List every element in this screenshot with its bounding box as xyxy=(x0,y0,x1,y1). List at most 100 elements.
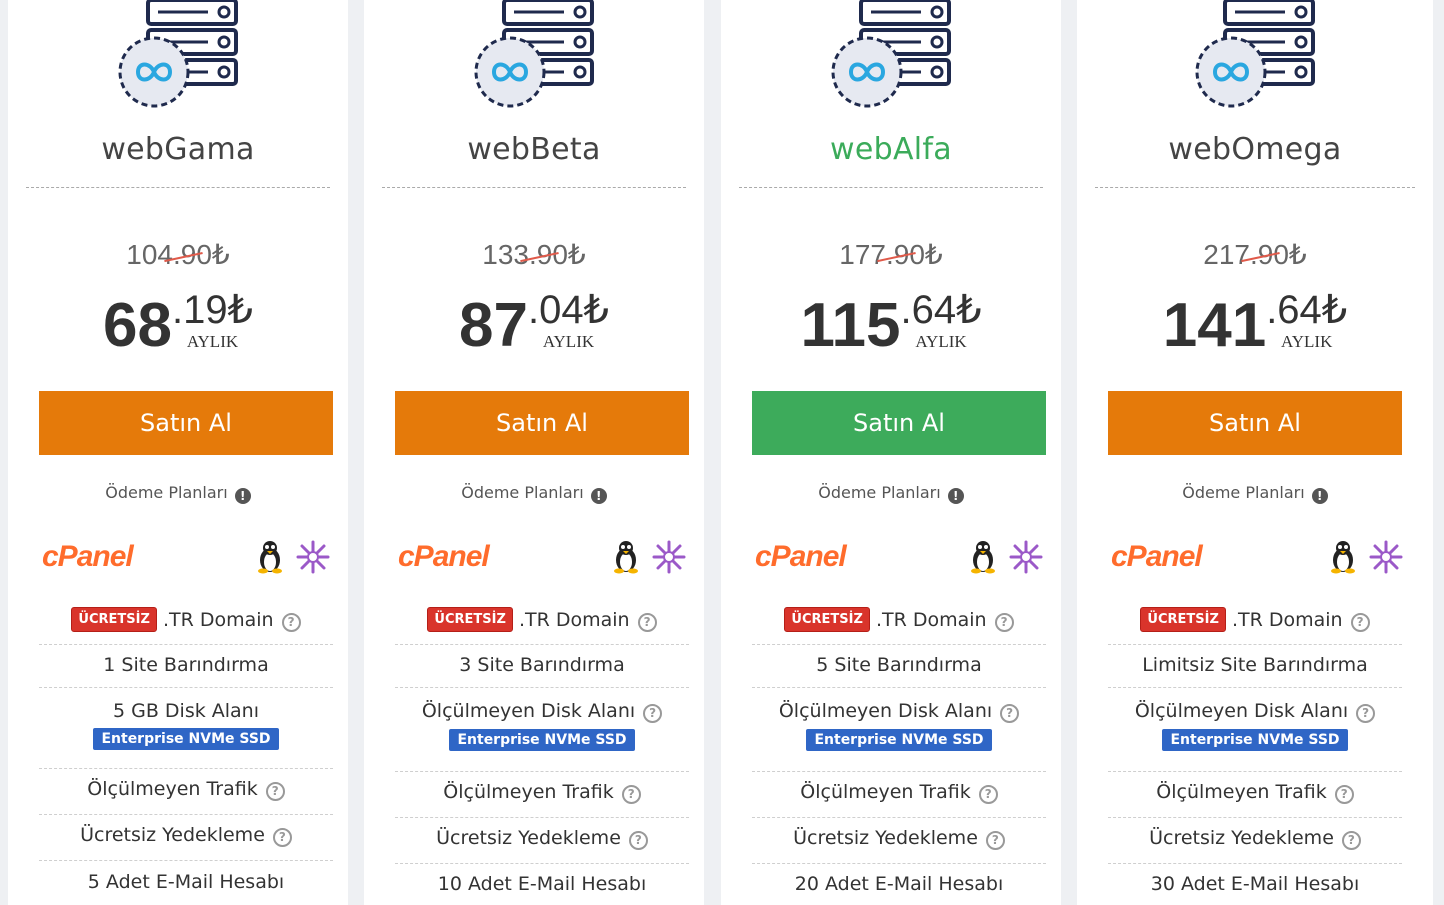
backup-feature: Ücretsiz Yedekleme? xyxy=(395,827,689,850)
old-price: 133.90₺ xyxy=(482,239,586,270)
price-integer: 87 xyxy=(458,291,528,360)
traffic-feature: Ölçülmeyen Trafik? xyxy=(1108,781,1402,804)
old-price: 177.90₺ xyxy=(839,239,943,270)
plan-card: webGama 104.90₺ 68.19₺ AYLIK Satın Al Öde… xyxy=(8,0,348,905)
backup-feature: Ücretsiz Yedekleme? xyxy=(1108,827,1402,850)
help-icon[interactable]: ? xyxy=(1356,704,1376,723)
info-icon: ! xyxy=(1311,488,1328,504)
cpanel-logo: cPanel xyxy=(755,540,847,573)
nvme-badge: Enterprise NVMe SSD xyxy=(449,729,635,751)
divider xyxy=(1095,187,1415,188)
buy-button[interactable]: Satın Al xyxy=(752,391,1046,455)
info-icon: ! xyxy=(234,488,251,504)
free-badge: ÜCRETSİZ xyxy=(71,607,157,632)
help-icon[interactable]: ? xyxy=(621,785,641,804)
buy-button[interactable]: Satın Al xyxy=(39,391,333,455)
divider xyxy=(395,771,689,772)
server-infinity-icon xyxy=(831,0,951,108)
disk-feature: Ölçülmeyen Disk Alanı? Enterprise NVMe SS… xyxy=(752,700,1046,751)
nvme-badge: Enterprise NVMe SSD xyxy=(806,729,992,751)
free-badge: ÜCRETSİZ xyxy=(784,607,870,632)
help-icon[interactable]: ? xyxy=(1341,831,1361,850)
price-integer: 141 xyxy=(1162,291,1267,360)
divider xyxy=(752,771,1046,772)
traffic-feature: Ölçülmeyen Trafik? xyxy=(395,781,689,804)
help-icon[interactable]: ? xyxy=(978,785,998,804)
email-feature: 30 Adet E-Mail Hesabı xyxy=(1150,873,1360,895)
price-period: AYLIK xyxy=(1281,332,1333,351)
snowflake-icon xyxy=(296,540,330,574)
payment-plans-link[interactable]: Ödeme Planları ! xyxy=(364,483,704,504)
payment-plans-link[interactable]: Ödeme Planları ! xyxy=(1077,483,1433,504)
price-integer: 115 xyxy=(800,291,901,360)
divider xyxy=(382,187,686,188)
help-icon[interactable]: ? xyxy=(985,831,1005,850)
email-feature: 5 Adet E-Mail Hesabı xyxy=(87,871,285,893)
help-icon[interactable]: ? xyxy=(1350,613,1370,632)
help-icon[interactable]: ? xyxy=(637,613,657,632)
old-price: 217.90₺ xyxy=(1203,239,1307,270)
help-icon[interactable]: ? xyxy=(281,613,301,632)
help-icon[interactable]: ? xyxy=(628,831,648,850)
payment-plans-link[interactable]: Ödeme Planları ! xyxy=(721,483,1061,504)
domain-feature: ÜCRETSİZ .TR Domain? xyxy=(752,607,1046,632)
email-feature: 10 Adet E-Mail Hesabı xyxy=(437,873,647,895)
sites-feature: 5 Site Barındırma xyxy=(816,654,982,676)
disk-feature: Ölçülmeyen Disk Alanı? Enterprise NVMe SS… xyxy=(395,700,689,751)
price-integer: 68 xyxy=(102,291,172,360)
help-icon[interactable]: ? xyxy=(272,828,292,847)
divider xyxy=(1108,863,1402,864)
divider xyxy=(739,187,1043,188)
divider xyxy=(395,687,689,688)
divider xyxy=(39,814,333,815)
plan-name: webGama xyxy=(101,132,255,167)
snowflake-icon xyxy=(652,540,686,574)
linux-tux-icon xyxy=(614,541,638,574)
plan-name: webBeta xyxy=(467,132,601,167)
server-infinity-icon xyxy=(1195,0,1315,108)
price-period: AYLIK xyxy=(186,332,239,351)
price-decimal: .64₺ xyxy=(1266,288,1348,332)
divider xyxy=(1108,687,1402,688)
help-icon[interactable]: ? xyxy=(994,613,1014,632)
price: 141.64₺ AYLIK xyxy=(1077,286,1433,366)
domain-feature: ÜCRETSİZ .TR Domain? xyxy=(1108,607,1402,632)
divider xyxy=(39,687,333,688)
divider xyxy=(752,687,1046,688)
linux-tux-icon xyxy=(971,541,995,574)
price-period: AYLIK xyxy=(542,332,595,351)
help-icon[interactable]: ? xyxy=(265,782,285,801)
divider xyxy=(39,644,333,645)
traffic-feature: Ölçülmeyen Trafik? xyxy=(39,778,333,801)
help-icon[interactable]: ? xyxy=(1000,704,1020,723)
price: 115.64₺ AYLIK xyxy=(721,286,1061,366)
price-decimal: .19₺ xyxy=(171,288,254,332)
price-decimal: .04₺ xyxy=(527,288,610,332)
price: 87.04₺ AYLIK xyxy=(364,286,704,366)
help-icon[interactable]: ? xyxy=(643,704,663,723)
sites-feature: 3 Site Barındırma xyxy=(459,654,625,676)
divider xyxy=(752,817,1046,818)
linux-tux-icon xyxy=(258,541,282,574)
divider xyxy=(1108,771,1402,772)
buy-button[interactable]: Satın Al xyxy=(395,391,689,455)
cpanel-logo: cPanel xyxy=(1111,540,1203,573)
plan-name: webOmega xyxy=(1168,132,1342,167)
plan-card: webOmega 217.90₺ 141.64₺ AYLIK Satın Al Ö… xyxy=(1077,0,1433,905)
snowflake-icon xyxy=(1009,540,1043,574)
traffic-feature: Ölçülmeyen Trafik? xyxy=(752,781,1046,804)
domain-feature: ÜCRETSİZ .TR Domain? xyxy=(395,607,689,632)
disk-feature: Ölçülmeyen Disk Alanı? Enterprise NVMe SS… xyxy=(1108,700,1402,751)
divider xyxy=(395,863,689,864)
free-badge: ÜCRETSİZ xyxy=(1140,607,1226,632)
help-icon[interactable]: ? xyxy=(1334,785,1354,804)
divider xyxy=(395,644,689,645)
payment-plans-link[interactable]: Ödeme Planları ! xyxy=(8,483,348,504)
server-infinity-icon xyxy=(474,0,594,108)
divider xyxy=(26,187,330,188)
domain-feature: ÜCRETSİZ .TR Domain? xyxy=(39,607,333,632)
buy-button[interactable]: Satın Al xyxy=(1108,391,1402,455)
linux-tux-icon xyxy=(1331,541,1355,574)
price-period: AYLIK xyxy=(915,332,967,351)
sites-feature: Limitsiz Site Barındırma xyxy=(1142,654,1368,676)
